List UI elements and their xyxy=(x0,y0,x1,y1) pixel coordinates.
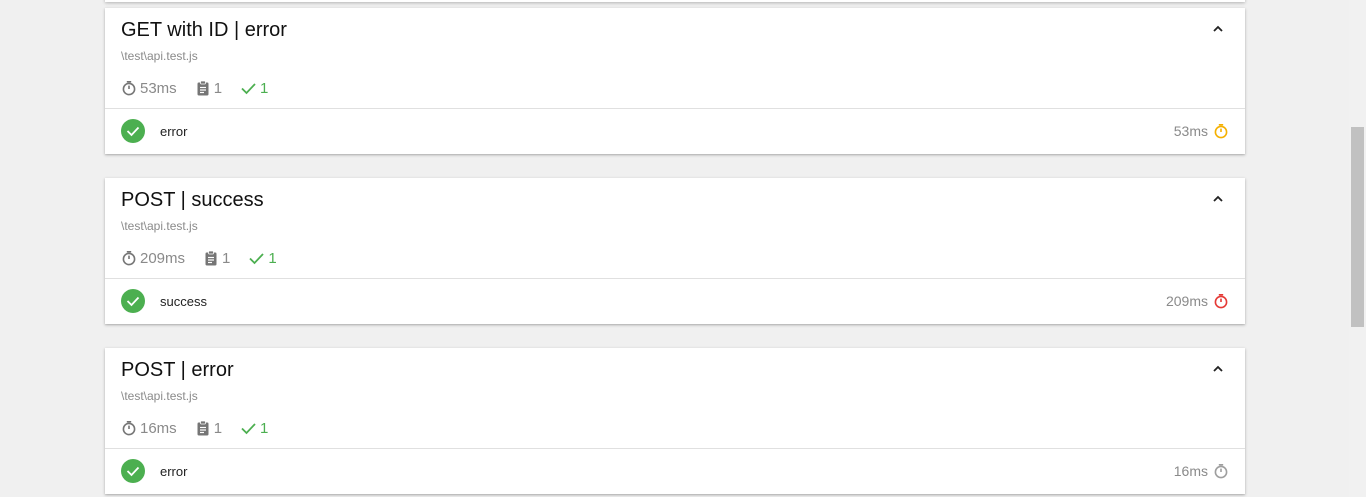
suite-title: POST | error xyxy=(121,359,234,381)
check-icon xyxy=(241,423,256,435)
check-icon xyxy=(249,253,265,265)
suite-passed-count: 1 xyxy=(240,80,268,97)
suite-test-count: 1 xyxy=(195,80,222,97)
timer-icon xyxy=(122,80,136,96)
suite-card: POST | error \test\api.test.js 16ms 1 1 … xyxy=(105,348,1245,494)
suite-passed-count: 1 xyxy=(240,420,268,437)
pass-status-badge xyxy=(121,289,145,313)
check-icon xyxy=(126,296,140,307)
timer-slow-icon xyxy=(1214,293,1228,309)
suite-title: GET with ID | error xyxy=(121,19,287,41)
test-name: success xyxy=(160,294,207,309)
suite-card: POST | success \test\api.test.js 209ms 1… xyxy=(105,178,1245,324)
suite-stats: 16ms 1 1 xyxy=(121,418,286,438)
suite-test-count-value: 1 xyxy=(213,79,223,97)
suite-test-count-value: 1 xyxy=(222,249,231,267)
timer-icon xyxy=(122,420,136,436)
suite-file-path: \test\api.test.js xyxy=(121,389,198,403)
test-duration: 209ms xyxy=(1166,293,1229,309)
chevron-up-icon xyxy=(1213,195,1223,202)
suite-passed-count: 1 xyxy=(248,249,277,267)
chevron-up-icon xyxy=(1213,365,1223,372)
collapse-suite-button[interactable] xyxy=(1211,22,1225,36)
suite-stats: 209ms 1 1 xyxy=(121,248,295,268)
suite-duration-value: 53ms xyxy=(140,79,177,97)
suite-title: POST | success xyxy=(121,189,264,211)
timer-fast-icon xyxy=(1214,463,1228,479)
collapse-suite-button[interactable] xyxy=(1211,192,1225,206)
suite-passed-count-value: 1 xyxy=(260,419,269,437)
suite-passed-count-value: 1 xyxy=(260,79,269,97)
suite-test-count: 1 xyxy=(203,250,230,267)
scrollbar-thumb[interactable] xyxy=(1351,127,1364,327)
clipboard-icon xyxy=(197,80,209,96)
collapse-suite-button[interactable] xyxy=(1211,362,1225,376)
suite-duration: 53ms xyxy=(121,80,177,97)
timer-icon xyxy=(122,250,136,266)
suite-duration: 16ms xyxy=(121,420,177,437)
suite-file-path: \test\api.test.js xyxy=(121,49,198,63)
previous-suite-card xyxy=(105,0,1245,2)
test-duration-value: 16ms xyxy=(1173,463,1208,479)
check-icon xyxy=(126,126,140,137)
test-row[interactable]: success 209ms xyxy=(105,279,1245,324)
check-icon xyxy=(241,83,256,95)
suite-test-count-value: 1 xyxy=(213,419,223,437)
pass-status-badge xyxy=(121,459,145,483)
test-duration: 53ms xyxy=(1174,123,1229,139)
suite-file-path: \test\api.test.js xyxy=(121,219,198,233)
suite-card: GET with ID | error \test\api.test.js 53… xyxy=(105,8,1245,154)
suite-passed-count-value: 1 xyxy=(268,249,277,267)
test-duration-value: 209ms xyxy=(1165,293,1208,309)
vertical-scrollbar[interactable] xyxy=(1349,0,1366,497)
suite-duration-value: 209ms xyxy=(140,249,186,267)
suite-test-count: 1 xyxy=(195,420,222,437)
suite-duration: 209ms xyxy=(121,250,185,267)
check-icon xyxy=(126,466,140,477)
pass-status-badge xyxy=(121,119,145,143)
timer-medium-icon xyxy=(1214,123,1228,139)
test-row[interactable]: error 53ms xyxy=(105,109,1245,154)
test-duration-value: 53ms xyxy=(1173,123,1208,139)
test-row[interactable]: error 16ms xyxy=(105,449,1245,494)
test-name: error xyxy=(160,464,188,479)
chevron-up-icon xyxy=(1213,25,1223,32)
suite-duration-value: 16ms xyxy=(140,419,177,437)
clipboard-icon xyxy=(197,420,209,436)
suite-stats: 53ms 1 1 xyxy=(121,78,286,98)
clipboard-icon xyxy=(205,250,217,266)
test-duration: 16ms xyxy=(1174,463,1229,479)
test-name: error xyxy=(160,124,188,139)
